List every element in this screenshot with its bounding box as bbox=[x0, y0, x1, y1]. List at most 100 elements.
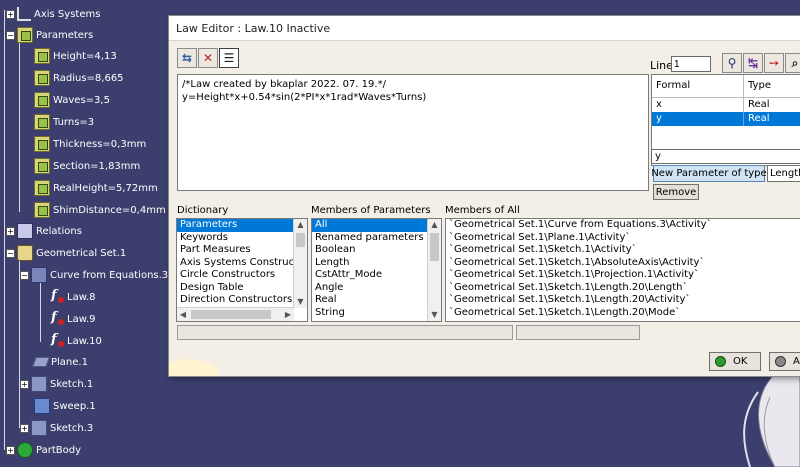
apply-label: Ap bbox=[793, 356, 800, 367]
collapse-icon[interactable]: − bbox=[6, 30, 15, 40]
tree-item-parameter[interactable]: Waves=3,5 bbox=[34, 91, 110, 109]
editor-line: /*Law created by bkaplar 2022. 07. 19.*/ bbox=[182, 79, 386, 90]
import-button[interactable]: ⇆ bbox=[177, 48, 197, 68]
tree-item-relations[interactable]: + Relations bbox=[6, 222, 82, 240]
tree-item-law[interactable]: Law.9 bbox=[50, 310, 96, 328]
dialog-titlebar[interactable]: Law Editor : Law.10 Inactive bbox=[169, 16, 800, 41]
scroll-thumb[interactable] bbox=[296, 233, 305, 247]
list-item[interactable]: Keywords bbox=[177, 232, 307, 245]
table-row-selected[interactable]: y Real bbox=[652, 112, 800, 126]
expand-icon[interactable]: + bbox=[20, 423, 29, 433]
tree-item-geometrical-set[interactable]: − Geometrical Set.1 bbox=[6, 244, 126, 262]
search-button[interactable]: ⌕ bbox=[785, 53, 800, 73]
tree-item-curve-from-equations[interactable]: − Curve from Equations.3 bbox=[20, 266, 168, 284]
new-parameter-button[interactable]: New Parameter of type bbox=[651, 165, 767, 182]
list-item[interactable]: Boolean bbox=[312, 244, 441, 257]
tree-item-sketch[interactable]: + Sketch.1 bbox=[20, 375, 93, 393]
ok-button[interactable]: OK bbox=[709, 352, 761, 371]
list-item[interactable]: Renamed parameters bbox=[312, 232, 441, 245]
tree-item-sketch[interactable]: + Sketch.3 bbox=[20, 419, 93, 437]
go-to-button[interactable]: ➙ bbox=[764, 53, 784, 73]
tree-item-parameter[interactable]: ShimDistance=0,4mm bbox=[34, 201, 166, 219]
tree-item-parameter[interactable]: Thickness=0,3mm bbox=[34, 135, 146, 153]
list-item[interactable]: Direction Constructors bbox=[177, 294, 307, 307]
list-item[interactable]: Length bbox=[312, 257, 441, 270]
list-item[interactable]: `Geometrical Set.1\Sketch.1\Length.20\Le… bbox=[446, 282, 800, 295]
list-item[interactable]: `Geometrical Set.1\Plane.1\Activity` bbox=[446, 232, 800, 245]
axis-system-icon bbox=[17, 7, 31, 21]
tree-item-parameter[interactable]: Section=1,83mm bbox=[34, 157, 140, 175]
specification-tree: + Axis Systems − Parameters Height=4,13 … bbox=[0, 0, 170, 467]
parameter-icon bbox=[34, 202, 50, 218]
scroll-down-icon[interactable]: ▼ bbox=[428, 309, 441, 321]
tree-item-sweep[interactable]: Sweep.1 bbox=[34, 397, 96, 415]
sketch-icon bbox=[31, 376, 47, 392]
law-text-editor[interactable]: /*Law created by bkaplar 2022. 07. 19.*/… bbox=[177, 74, 649, 191]
expand-icon[interactable]: + bbox=[6, 226, 15, 236]
parameter-icon bbox=[34, 180, 50, 196]
parameter-type-select[interactable]: Length bbox=[767, 165, 800, 182]
list-item[interactable]: Angle bbox=[312, 282, 441, 295]
dictionary-list[interactable]: Parameters Keywords Part Measures Axis S… bbox=[176, 218, 308, 322]
erase-button[interactable]: ✕ bbox=[198, 48, 218, 68]
tree-item-plane[interactable]: Plane.1 bbox=[32, 353, 88, 371]
table-row[interactable]: x Real bbox=[652, 98, 800, 112]
list-item[interactable]: All bbox=[312, 219, 428, 232]
tree-item-parameter[interactable]: Radius=8,665 bbox=[34, 69, 124, 87]
members-of-all-list[interactable]: `Geometrical Set.1\Curve from Equations.… bbox=[445, 218, 800, 322]
curve-icon bbox=[31, 267, 47, 283]
tree-item-law[interactable]: Law.10 bbox=[50, 332, 102, 350]
list-item[interactable]: Circle Constructors bbox=[177, 269, 307, 282]
parameter-icon bbox=[34, 92, 50, 108]
vertical-scrollbar[interactable]: ▲ ▼ bbox=[293, 219, 307, 308]
members-of-parameters-list[interactable]: All Renamed parameters Boolean Length Cs… bbox=[311, 218, 442, 322]
apply-button[interactable]: Ap bbox=[769, 352, 800, 371]
tree-item-partbody[interactable]: + PartBody bbox=[6, 441, 81, 459]
tree-item-parameter[interactable]: Height=4,13 bbox=[34, 47, 117, 65]
tree-item-parameter[interactable]: Turns=3 bbox=[34, 113, 94, 131]
scroll-thumb[interactable] bbox=[430, 233, 439, 261]
list-item[interactable]: `Geometrical Set.1\Sketch.1\Length.20\Ac… bbox=[446, 294, 800, 307]
scroll-right-icon[interactable]: ▶ bbox=[282, 308, 294, 321]
list-item[interactable]: Part Measures bbox=[177, 244, 307, 257]
column-header-formal-parameters[interactable]: Formal parameters bbox=[652, 75, 744, 97]
tree-item-parameters[interactable]: − Parameters bbox=[6, 26, 93, 44]
list-item[interactable]: `Geometrical Set.1\Curve from Equations.… bbox=[446, 219, 800, 232]
parameter-name-cell: y bbox=[652, 112, 744, 126]
list-item[interactable]: CstAttr_Mode bbox=[312, 269, 441, 282]
scroll-thumb[interactable] bbox=[191, 310, 271, 319]
list-item[interactable]: String bbox=[312, 307, 441, 320]
list-item[interactable]: `Geometrical Set.1\Sketch.1\Activity` bbox=[446, 244, 800, 257]
tree-item-parameter[interactable]: RealHeight=5,72mm bbox=[34, 179, 158, 197]
remove-button[interactable]: Remove bbox=[653, 184, 699, 200]
list-item[interactable]: `Geometrical Set.1\Sketch.1\AbsoluteAxis… bbox=[446, 257, 800, 270]
parameter-name-input[interactable]: y bbox=[651, 149, 800, 164]
scroll-down-icon[interactable]: ▼ bbox=[294, 296, 307, 308]
scroll-left-icon[interactable]: ◀ bbox=[177, 308, 189, 321]
tree-item-law[interactable]: Law.8 bbox=[50, 288, 96, 306]
list-item[interactable]: `Geometrical Set.1\Sketch.1\Projection.1… bbox=[446, 269, 800, 282]
list-item[interactable]: `Geometrical Set.1\Sketch.1\Length.20\Mo… bbox=[446, 307, 800, 320]
scroll-up-icon[interactable]: ▲ bbox=[428, 219, 441, 231]
find-button[interactable]: ⚲ bbox=[722, 53, 742, 73]
expand-icon[interactable]: + bbox=[6, 9, 15, 19]
tree-item-axis-systems[interactable]: + Axis Systems bbox=[6, 5, 100, 23]
column-header-type[interactable]: Type bbox=[744, 75, 800, 97]
list-item[interactable]: Design Table bbox=[177, 282, 307, 295]
scroll-up-icon[interactable]: ▲ bbox=[294, 219, 307, 231]
expand-icon[interactable]: + bbox=[20, 379, 29, 389]
list-item[interactable]: Parameters bbox=[177, 219, 294, 232]
collapse-icon[interactable]: − bbox=[6, 248, 15, 258]
sweep-icon bbox=[34, 398, 50, 414]
list-item[interactable]: Real bbox=[312, 294, 441, 307]
replace-button[interactable]: ↹ bbox=[743, 53, 763, 73]
search-icon: ⌕ bbox=[791, 56, 799, 70]
collapse-icon[interactable]: − bbox=[20, 270, 29, 280]
vertical-scrollbar[interactable]: ▲ ▼ bbox=[427, 219, 441, 321]
list-item[interactable]: Axis Systems Constructor bbox=[177, 257, 307, 270]
horizontal-scrollbar[interactable]: ◀ ▶ bbox=[177, 307, 294, 321]
line-input[interactable] bbox=[671, 56, 711, 72]
dialog-title: Law Editor : Law.10 Inactive bbox=[176, 21, 331, 35]
expand-icon[interactable]: + bbox=[6, 445, 15, 455]
format-button[interactable]: ☰ bbox=[219, 48, 239, 68]
